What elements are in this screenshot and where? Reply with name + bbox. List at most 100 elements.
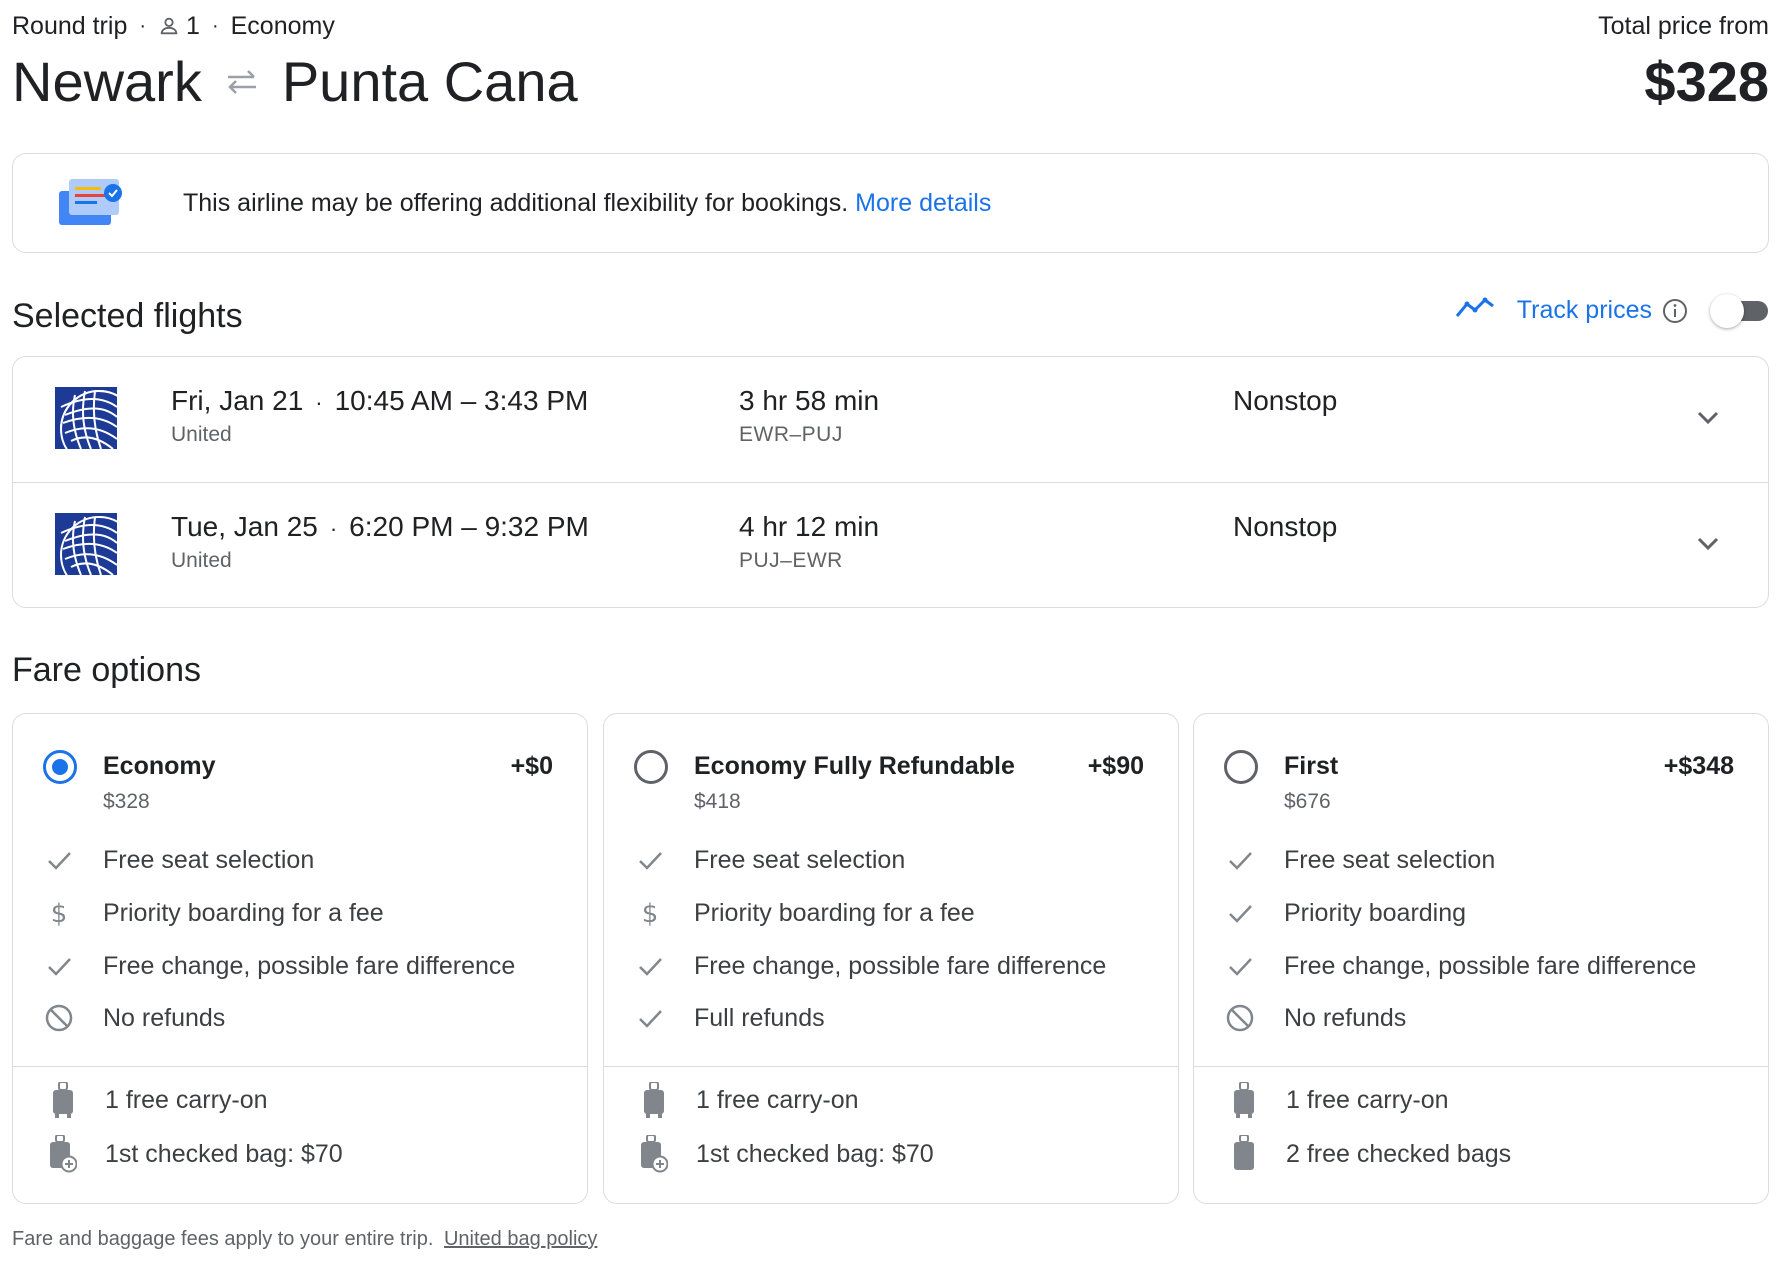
carry-on-icon bbox=[49, 1081, 77, 1119]
carry-on-icon bbox=[1230, 1081, 1258, 1119]
bag-allowance: 1 free carry-on bbox=[640, 1080, 859, 1120]
fare-radio[interactable] bbox=[634, 750, 668, 784]
fare-header: Economy Fully Refundable $418 +$90 bbox=[634, 750, 1144, 820]
separator-dot: · bbox=[315, 390, 323, 415]
flight-duration: 4 hr 12 min bbox=[739, 511, 880, 542]
ticket-check-icon bbox=[55, 173, 131, 233]
check-icon bbox=[634, 950, 666, 982]
price-label: Total price from bbox=[1598, 12, 1769, 40]
checked-bag-fee-icon bbox=[49, 1135, 77, 1173]
more-details-link[interactable]: More details bbox=[855, 189, 991, 218]
flight-date: Fri, Jan 21 bbox=[171, 385, 304, 416]
check-icon bbox=[1224, 897, 1256, 929]
bag-text: 1 free carry-on bbox=[696, 1085, 859, 1114]
chevron-down-icon[interactable] bbox=[1693, 402, 1723, 432]
feature-text: Free change, possible fare difference bbox=[103, 951, 516, 980]
bag-policy-link[interactable]: United bag policy bbox=[444, 1228, 597, 1250]
feature-text: Free change, possible fare difference bbox=[1284, 951, 1697, 980]
separator-dot: · bbox=[139, 14, 147, 37]
fare-card-first[interactable]: First $676 +$348 Free seat selection Pri… bbox=[1193, 713, 1769, 1204]
united-logo-icon bbox=[55, 387, 117, 449]
fare-price-difference: +$0 bbox=[510, 752, 553, 780]
feature-text: Free seat selection bbox=[694, 845, 906, 874]
chevron-down-icon[interactable] bbox=[1693, 528, 1723, 558]
divider bbox=[604, 1066, 1178, 1067]
bag-text: 1st checked bag: $70 bbox=[696, 1139, 934, 1168]
fare-radio[interactable] bbox=[1224, 750, 1258, 784]
check-icon bbox=[43, 844, 75, 876]
flight-airline: United bbox=[171, 423, 232, 446]
feature-text: Free change, possible fare difference bbox=[694, 951, 1107, 980]
check-icon bbox=[634, 844, 666, 876]
fare-name: Economy bbox=[103, 752, 216, 780]
flight-times: 6:20 PM – 9:32 PM bbox=[349, 511, 589, 542]
fare-price: $418 bbox=[694, 790, 741, 813]
fare-feature: Free seat selection bbox=[43, 842, 314, 878]
check-icon bbox=[634, 1002, 666, 1034]
flexibility-banner: This airline may be offering additional … bbox=[12, 153, 1769, 253]
fare-name: Economy Fully Refundable bbox=[694, 752, 1015, 780]
banner-text: This airline may be offering additional … bbox=[183, 188, 849, 217]
flight-row[interactable]: Tue, Jan 25 · 6:20 PM – 9:32 PM United 4 h… bbox=[13, 482, 1768, 607]
trip-type[interactable]: Round trip bbox=[12, 12, 127, 41]
bag-text: 2 free checked bags bbox=[1286, 1139, 1512, 1168]
united-logo-icon bbox=[55, 513, 117, 575]
fare-options-title: Fare options bbox=[12, 651, 201, 689]
feature-text: No refunds bbox=[1284, 1003, 1407, 1032]
no-icon bbox=[43, 1002, 75, 1034]
fare-feature: Full refunds bbox=[634, 1000, 825, 1036]
feature-text: No refunds bbox=[103, 1003, 226, 1032]
fare-feature: Free change, possible fare difference bbox=[1224, 948, 1696, 984]
flight-stops: Nonstop bbox=[1233, 385, 1338, 416]
destination-city: Punta Cana bbox=[281, 50, 578, 113]
fare-radio[interactable] bbox=[43, 750, 77, 784]
fare-feature: Free change, possible fare difference bbox=[634, 948, 1106, 984]
feature-text: Free seat selection bbox=[1284, 845, 1496, 874]
fare-name: First bbox=[1284, 752, 1339, 780]
flight-duration: 3 hr 58 min bbox=[739, 385, 880, 416]
track-prices[interactable]: Track prices bbox=[1455, 293, 1768, 328]
fare-feature: $ Priority boarding for a fee bbox=[634, 895, 975, 931]
swap-arrows-icon bbox=[224, 68, 260, 96]
flight-date: Tue, Jan 25 bbox=[171, 511, 318, 542]
fare-feature: Free change, possible fare difference bbox=[43, 948, 515, 984]
check-icon bbox=[43, 950, 75, 982]
fare-price-difference: +$90 bbox=[1087, 752, 1144, 780]
cabin-class[interactable]: Economy bbox=[231, 12, 335, 41]
bag-allowance: 2 free checked bags bbox=[1230, 1134, 1511, 1174]
route-title: Newark Punta Cana bbox=[12, 52, 1769, 112]
fare-card-economy-fully-refundable[interactable]: Economy Fully Refundable $418 +$90 Free … bbox=[603, 713, 1179, 1204]
fare-feature: No refunds bbox=[43, 1000, 225, 1036]
fare-feature: Priority boarding bbox=[1224, 895, 1466, 931]
no-icon bbox=[1224, 1002, 1256, 1034]
flight-time: Tue, Jan 25 · 6:20 PM – 9:32 PM bbox=[171, 511, 589, 543]
feature-text: Priority boarding bbox=[1284, 898, 1467, 927]
fare-price: $676 bbox=[1284, 790, 1331, 813]
flight-time: Fri, Jan 21 · 10:45 AM – 3:43 PM bbox=[171, 385, 588, 417]
passenger-count[interactable]: 1 bbox=[186, 12, 200, 41]
info-icon[interactable] bbox=[1662, 298, 1688, 324]
fare-price-difference: +$348 bbox=[1663, 752, 1734, 780]
dollar-icon: $ bbox=[634, 897, 666, 929]
divider bbox=[1194, 1066, 1768, 1067]
flight-route: PUJ–EWR bbox=[739, 549, 843, 572]
check-icon bbox=[1224, 950, 1256, 982]
fare-card-economy[interactable]: Economy $328 +$0 Free seat selection $ Pr… bbox=[12, 713, 588, 1204]
flight-route: EWR–PUJ bbox=[739, 423, 843, 446]
track-prices-label[interactable]: Track prices bbox=[1517, 296, 1652, 325]
fare-feature: $ Priority boarding for a fee bbox=[43, 895, 384, 931]
trend-line-icon bbox=[1455, 296, 1495, 325]
bag-allowance: 1 free carry-on bbox=[1230, 1080, 1449, 1120]
track-prices-toggle[interactable] bbox=[1710, 293, 1768, 328]
separator-dot: · bbox=[211, 14, 219, 37]
fare-footnote: Fare and baggage fees apply to your enti… bbox=[12, 1228, 597, 1251]
toggle-knob bbox=[1710, 293, 1744, 328]
bag-allowance: 1 free carry-on bbox=[49, 1080, 268, 1120]
feature-text: Free seat selection bbox=[103, 845, 315, 874]
flight-row[interactable]: Fri, Jan 21 · 10:45 AM – 3:43 PM United 3 … bbox=[13, 357, 1768, 482]
fare-feature: No refunds bbox=[1224, 1000, 1406, 1036]
selected-flights-title: Selected flights bbox=[12, 297, 243, 335]
bag-text: 1st checked bag: $70 bbox=[105, 1139, 343, 1168]
bag-allowance: 1st checked bag: $70 bbox=[49, 1134, 343, 1174]
checked-bag-fee-icon bbox=[640, 1135, 668, 1173]
